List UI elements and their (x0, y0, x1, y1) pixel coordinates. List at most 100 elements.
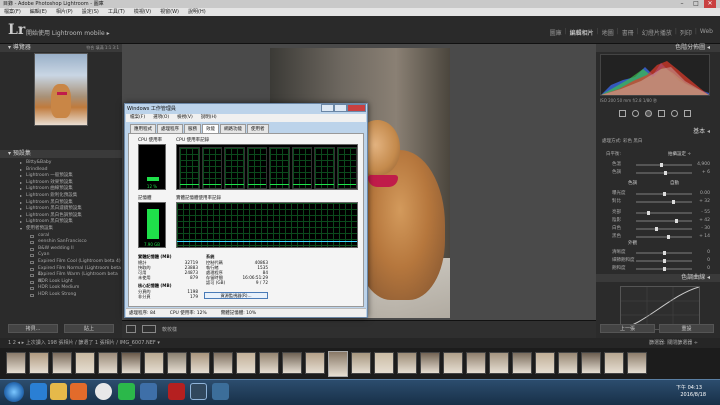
firefox-icon[interactable] (70, 383, 87, 400)
slider-value[interactable]: - 55 (701, 210, 710, 216)
app-icon[interactable] (140, 383, 157, 400)
soft-proof-toggle[interactable]: 軟校樣 (162, 326, 177, 333)
menu-settings[interactable]: 設定(S) (82, 8, 99, 16)
acrobat-icon[interactable] (168, 383, 185, 400)
slider-track[interactable] (636, 236, 692, 238)
preset-item[interactable]: eenshin SanFrancisco (0, 239, 122, 246)
slider-value[interactable]: 0 (707, 266, 710, 272)
graduated-filter-icon[interactable] (658, 109, 665, 117)
filmstrip-thumbnail[interactable] (604, 352, 624, 374)
red-eye-icon[interactable] (645, 109, 652, 117)
slider-track[interactable] (636, 201, 692, 203)
slider-knob[interactable] (666, 235, 670, 239)
close-button[interactable]: ✕ (704, 0, 716, 8)
tone-curve-header[interactable]: 色調曲線 ◂ (596, 274, 720, 282)
tab-performance[interactable]: 效能 (202, 124, 219, 133)
tab-processes[interactable]: 處理程序 (157, 124, 183, 133)
copy-button[interactable]: 拷貝... (8, 324, 58, 333)
module-map[interactable]: 地圖 (599, 28, 617, 37)
disclosure-triangle-icon[interactable]: ▾ (20, 226, 22, 233)
slider-value[interactable]: + 6 (702, 170, 710, 176)
preset-item[interactable]: Cyan (0, 252, 122, 259)
slider-value[interactable]: 0 (707, 258, 710, 264)
menu-file[interactable]: 檔案(F) (4, 8, 21, 16)
slider-value[interactable]: + 42 (699, 218, 710, 224)
histogram-header[interactable]: 色階分佈圖 ◂ (596, 44, 720, 52)
loupe-view-icon[interactable] (126, 325, 136, 333)
slider-knob[interactable] (663, 267, 666, 271)
filmstrip-thumbnail[interactable] (98, 352, 118, 374)
preset-item[interactable]: ▸ Lightroom 曲線預設集 (0, 186, 122, 193)
explorer-icon[interactable] (50, 383, 67, 400)
disclosure-triangle-icon[interactable]: ▸ (20, 160, 22, 167)
slider-track[interactable] (636, 220, 692, 222)
treatment-row[interactable]: 處理方式: 彩色 黑白 (602, 138, 642, 144)
slider-knob[interactable] (654, 227, 658, 231)
tm-close-button[interactable] (347, 104, 366, 112)
preset-item[interactable]: Expired Film Cool (Lightroom beta 4) (0, 259, 122, 266)
menu-window[interactable]: 視窗(W) (160, 8, 179, 16)
preset-item[interactable]: Expired Film Warm (Lightroom beta 4) (0, 272, 122, 284)
lightroom-taskbar-icon[interactable] (190, 383, 207, 400)
filmstrip-thumbnail[interactable] (167, 352, 187, 374)
filmstrip-thumbnail[interactable] (627, 352, 647, 374)
slider-knob[interactable] (663, 251, 666, 255)
navigator-header[interactable]: ▾ 導覽器 符合 填滿 1:1 3:1 (0, 44, 122, 52)
before-after-icon[interactable] (142, 325, 156, 333)
filmstrip-thumbnail[interactable] (397, 352, 417, 374)
auto-tone-button[interactable]: 自動 (670, 180, 679, 186)
presets-header[interactable]: ▾ 預設集 (0, 150, 122, 158)
maximize-button[interactable]: □ (690, 0, 702, 8)
slider-knob[interactable] (647, 211, 651, 215)
tab-applications[interactable]: 應用程式 (130, 124, 156, 133)
menu-photo[interactable]: 相片(P) (56, 8, 73, 16)
filmstrip-thumbnail[interactable] (328, 351, 348, 377)
filmstrip-thumbnail[interactable] (236, 352, 256, 374)
preset-item[interactable]: HDR Look Medium (0, 285, 122, 292)
filmstrip-thumbnail[interactable] (6, 352, 26, 374)
preset-item[interactable]: ▸ Lightroom 黑白預設集 (0, 219, 122, 226)
slider-value[interactable]: 0 (707, 250, 710, 256)
module-library[interactable]: 圖庫 (547, 28, 565, 37)
filmstrip-thumbnail[interactable] (420, 352, 440, 374)
filter-dropdown[interactable]: 篩選器: 關閉篩選器 ÷ (649, 338, 698, 348)
disclosure-triangle-icon[interactable]: ▸ (20, 186, 22, 193)
navigator-preview[interactable] (34, 53, 88, 126)
preset-item[interactable]: ▸ Lightroom 一般預設集 (0, 173, 122, 180)
task-manager-taskbar-icon[interactable] (212, 383, 229, 400)
filmstrip-thumbnail[interactable] (144, 352, 164, 374)
disclosure-triangle-icon[interactable]: ▸ (20, 167, 22, 174)
module-slideshow[interactable]: 幻燈片播放 (639, 28, 675, 37)
slider-knob[interactable] (664, 171, 668, 175)
tab-networking[interactable]: 網路功能 (220, 124, 246, 133)
preset-item[interactable]: B&W wedding II (0, 246, 122, 253)
filmstrip-thumbnail[interactable] (190, 352, 210, 374)
radial-filter-icon[interactable] (671, 109, 678, 117)
resource-monitor-button[interactable]: 資源監視器(R)... (204, 292, 268, 299)
filmstrip-thumbnail[interactable] (581, 352, 601, 374)
disclosure-triangle-icon[interactable]: ▸ (20, 219, 22, 226)
tm-menu-options[interactable]: 選項(O) (153, 114, 169, 122)
slider-value[interactable]: 0.00 (700, 191, 710, 197)
slider-track[interactable] (636, 212, 692, 214)
menu-help[interactable]: 說明(H) (188, 8, 206, 16)
filmstrip-thumbnail[interactable] (512, 352, 532, 374)
filmstrip-source[interactable]: 1 2 ◂ ▸ 上次讀入 198 張相片 / 篩選了 1 張相片 / IMG_6… (8, 338, 160, 348)
paste-button[interactable]: 貼上 (64, 324, 114, 333)
slider-knob[interactable] (674, 219, 678, 223)
tm-menu-help[interactable]: 說明(H) (201, 114, 217, 122)
previous-button[interactable]: 上一張 (600, 324, 655, 333)
module-print[interactable]: 列印 (677, 28, 695, 37)
slider-knob[interactable] (663, 259, 666, 263)
filmstrip-thumbnail[interactable] (259, 352, 279, 374)
tm-menu-file[interactable]: 檔案(F) (130, 114, 145, 122)
filmstrip-thumbnail[interactable] (466, 352, 486, 374)
minimize-button[interactable]: – (676, 0, 688, 8)
navigator-zoom-options[interactable]: 符合 填滿 1:1 3:1 (86, 44, 119, 52)
filmstrip-thumbnail[interactable] (558, 352, 578, 374)
slider-track[interactable] (636, 228, 692, 230)
filmstrip-thumbnail[interactable] (213, 352, 233, 374)
tm-minimize-button[interactable] (321, 104, 334, 112)
slider-value[interactable]: - 30 (701, 226, 710, 232)
chrome-icon[interactable] (95, 383, 112, 400)
